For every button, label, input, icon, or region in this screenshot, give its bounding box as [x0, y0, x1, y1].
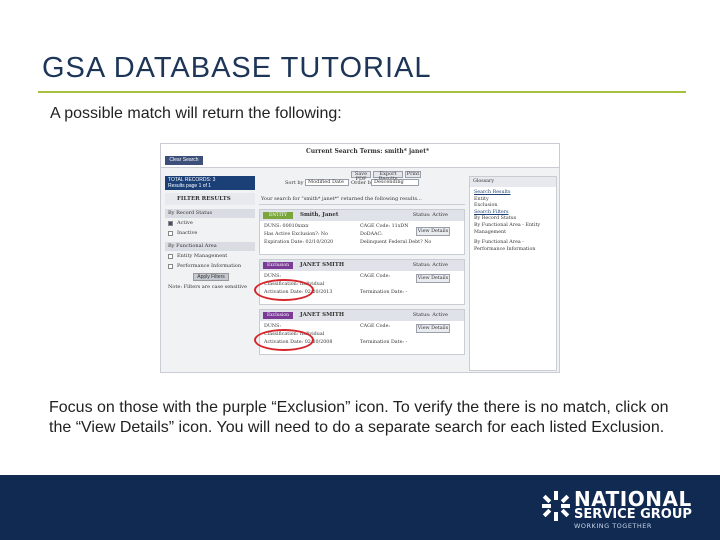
glossary-record-status[interactable]: By Record Status: [474, 216, 552, 223]
functional-area-header: By Functional Area: [165, 242, 255, 251]
entity-management-label: Entity Management: [177, 253, 228, 259]
filter-entity-management[interactable]: Entity Management: [165, 251, 255, 261]
filter-active[interactable]: Active: [165, 218, 255, 228]
export-results-button[interactable]: Export Results: [373, 171, 403, 182]
result-name[interactable]: JANET SMITH: [300, 262, 344, 268]
logo-service-group: SERVICE GROUP: [574, 507, 692, 522]
result-status: Status: Active: [412, 212, 448, 218]
entity-management-checkbox[interactable]: [168, 253, 173, 259]
glossary-exclusion[interactable]: Exclusion: [474, 203, 552, 210]
record-status-header: By Record Status: [165, 209, 255, 218]
result-has-exclusion: Has Active Exclusion?: No: [264, 232, 329, 237]
result-termination: Termination Date: -: [360, 340, 408, 345]
filter-results-header: FILTER RESULTS: [165, 193, 255, 205]
print-button[interactable]: Print: [405, 171, 421, 178]
filter-panel: TOTAL RECORDS: 3 Results page 1 of 1 FIL…: [165, 176, 255, 371]
logo-tagline: WORKING TOGETHER: [574, 522, 652, 530]
national-service-group-logo: NATIONAL SERVICE GROUP WORKING TOGETHER: [538, 487, 708, 531]
result-delinquent: Delinquent Federal Debt? No: [360, 240, 432, 245]
exclusion-tag: Exclusion: [263, 312, 293, 319]
results-panel: Sort by Modified Date Save PDF Export Re…: [254, 171, 465, 371]
glossary-functional-entity[interactable]: By Functional Area - Entity Management: [474, 223, 552, 236]
result-card: Exclusion JANET SMITH Status: Active DUN…: [254, 259, 465, 305]
search-results-screenshot: Clear Search Current Search Terms: smith…: [160, 143, 560, 373]
result-duns: DUNS: 00010xxxx: [264, 224, 309, 229]
inactive-label: Inactive: [177, 230, 198, 236]
result-expiration: Expiration Date: 02/10/2020: [264, 240, 334, 245]
search-returned-text: Your search for "smith* janet*" returned…: [259, 193, 465, 205]
performance-information-checkbox[interactable]: [168, 263, 173, 269]
sort-by-label: Sort by: [285, 180, 304, 186]
filters-note: Note: Filters are case sensitive: [168, 284, 247, 290]
result-status: Status: Active: [412, 312, 448, 318]
glossary-header[interactable]: Glossary: [470, 177, 556, 187]
screenshot-header: Clear Search Current Search Terms: smith…: [161, 144, 559, 168]
result-dodaac: DoDAAC:: [360, 232, 383, 237]
intro-text: A possible match will return the followi…: [50, 105, 342, 122]
result-termination: Termination Date: -: [360, 290, 408, 295]
result-cage: CAGE Code: 11xDN: [360, 224, 409, 229]
active-label: Active: [177, 220, 193, 226]
filter-inactive[interactable]: Inactive: [165, 228, 255, 238]
apply-filters-button[interactable]: Apply Filters: [193, 273, 229, 281]
results-page: Results page 1 of 1: [168, 183, 212, 189]
current-search-terms: Current Search Terms: smith* janet*: [306, 148, 430, 155]
glossary-panel: Glossary Search Results Entity Exclusion…: [469, 176, 557, 371]
title-divider: [38, 91, 686, 93]
result-card: ENTITY Smith, Janet Status: Active DUNS:…: [259, 209, 465, 255]
result-cage: CAGE Code:: [360, 324, 391, 329]
result-name[interactable]: Smith, Janet: [300, 212, 338, 218]
entity-tag: ENTITY: [263, 212, 293, 219]
result-name[interactable]: JANET SMITH: [300, 312, 344, 318]
inactive-checkbox[interactable]: [168, 230, 173, 236]
result-status: Status: Active: [412, 262, 448, 268]
performance-information-label: Performance Information: [177, 263, 242, 269]
highlight-oval: [254, 329, 314, 351]
save-pdf-button[interactable]: Save PDF: [351, 171, 371, 182]
records-bar: TOTAL RECORDS: 3 Results page 1 of 1: [165, 176, 255, 190]
glossary-search-results[interactable]: Search Results: [474, 190, 552, 197]
exclusion-tag: Exclusion: [263, 262, 293, 269]
result-card: Exclusion JANET SMITH Status: Active DUN…: [254, 309, 465, 355]
clear-search-button[interactable]: Clear Search: [165, 156, 203, 165]
view-details-button[interactable]: View Details: [416, 324, 450, 333]
instruction-text: Focus on those with the purple “Exclusio…: [49, 399, 669, 436]
view-details-button[interactable]: View Details: [416, 227, 450, 236]
highlight-oval: [254, 279, 314, 301]
sort-by-select[interactable]: Modified Date: [305, 179, 349, 186]
view-details-button[interactable]: View Details: [416, 274, 450, 283]
sort-toolbar: Sort by Modified Date Save PDF Export Re…: [259, 171, 465, 190]
footer-bar: NATIONAL SERVICE GROUP WORKING TOGETHER: [0, 475, 720, 540]
filter-performance-information[interactable]: Performance Information: [165, 261, 255, 271]
slide-title: GSA DATABASE TUTORIAL: [42, 52, 432, 84]
starburst-icon: [542, 491, 570, 521]
glossary-functional-performance[interactable]: By Functional Area - Performance Informa…: [474, 240, 552, 253]
active-checkbox[interactable]: [168, 220, 173, 226]
result-cage: CAGE Code:: [360, 274, 391, 279]
order-by-select[interactable]: Descending: [371, 179, 419, 186]
